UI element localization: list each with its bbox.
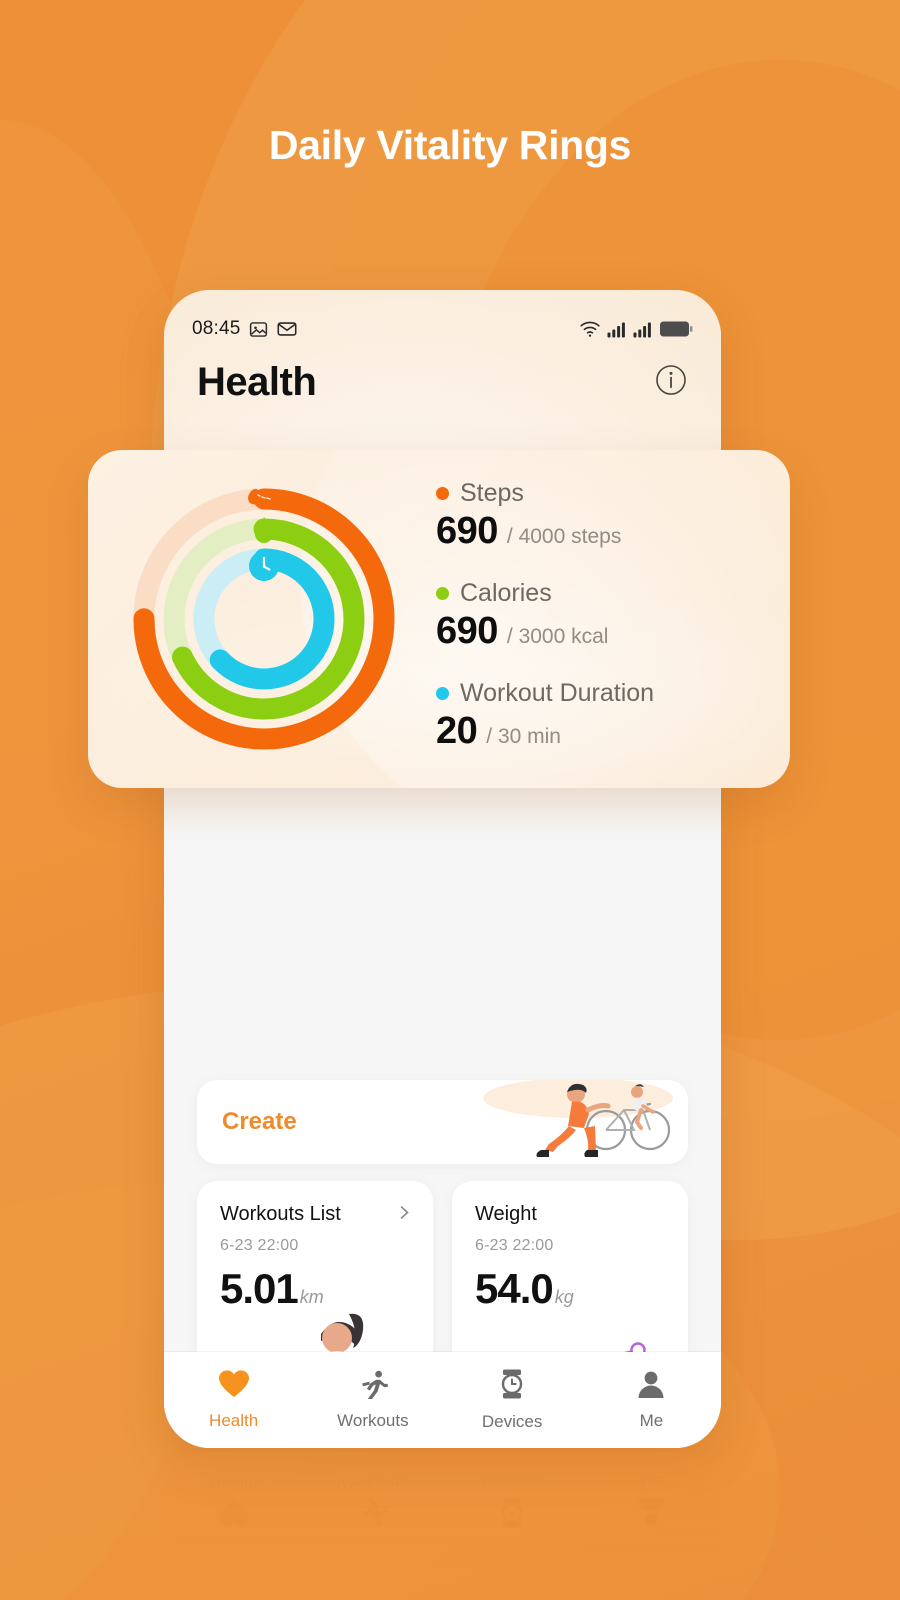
app-title: Health [197, 359, 317, 404]
metric-target: / 3000 kcal [506, 625, 609, 648]
metric-label: Steps [460, 479, 524, 507]
page-title: Daily Vitality Rings [268, 122, 632, 168]
chevron-right-icon[interactable] [396, 1204, 413, 1226]
metric-value: 690 [436, 510, 498, 552]
wifi-icon [579, 320, 601, 338]
scroll-content[interactable]: Create Workouts List 6-23 22:00 5.01 km … [164, 760, 721, 1448]
bottom-navigation[interactable]: Health Workouts Devices Me [164, 1352, 721, 1448]
metric-value: 20 [436, 710, 478, 752]
clock-icon [249, 551, 279, 581]
running-icon [357, 1369, 389, 1404]
heart-icon [218, 1369, 250, 1404]
metric-label: Calories [460, 579, 552, 607]
nav-label: Workouts [337, 1411, 409, 1430]
vitality-rings-card: Steps 690 / 4000 steps Calories 690 / 30… [88, 450, 790, 788]
nav-label: Me [639, 1411, 664, 1430]
legend-dot-steps [436, 487, 449, 500]
metric-calories: Calories 690 / 3000 kcal [436, 579, 790, 653]
nav-item-workouts[interactable]: Workouts [303, 1369, 442, 1431]
card-title: Weight [475, 1203, 537, 1225]
signal-icon [633, 321, 653, 338]
legend-dot-calories [436, 587, 449, 600]
reflection-fade [164, 1452, 721, 1600]
nav-label: Devices [481, 1412, 543, 1431]
battery-icon [659, 320, 693, 338]
nav-item-devices[interactable]: Devices [443, 1368, 582, 1432]
phone-reflection: Health Workouts Devices Me [164, 1452, 721, 1600]
activity-rings-graphic [114, 469, 414, 769]
mail-icon [276, 318, 298, 340]
nav-item-health[interactable]: Health [164, 1369, 303, 1431]
signal-icon [607, 321, 627, 338]
create-label: Create [222, 1108, 297, 1135]
person-icon [636, 1369, 666, 1404]
info-icon[interactable] [654, 363, 688, 402]
metric-steps: Steps 690 / 4000 steps [436, 479, 790, 553]
card-title: Workouts List [220, 1203, 341, 1225]
runner-cyclist-illustration [438, 1080, 688, 1164]
card-timestamp: 6-23 22:00 [475, 1237, 554, 1254]
metric-target: / 4000 steps [506, 525, 622, 548]
nav-item-me[interactable]: Me [582, 1369, 721, 1431]
metric-workout-duration: Workout Duration 20 / 30 min [436, 679, 790, 753]
status-bar-time: 08:45 [192, 318, 241, 339]
status-bar: 08:45 [164, 314, 721, 344]
watch-icon [497, 1368, 527, 1405]
nav-label: Health [209, 1411, 259, 1430]
metric-value: 690 [436, 610, 498, 652]
metrics-list: Steps 690 / 4000 steps Calories 690 / 30… [414, 479, 790, 759]
create-card[interactable]: Create [197, 1080, 688, 1164]
app-header: Health [164, 346, 721, 418]
metric-label: Workout Duration [460, 679, 655, 707]
image-icon [248, 319, 269, 340]
legend-dot-duration [436, 687, 449, 700]
metric-target: / 30 min [486, 725, 561, 748]
card-timestamp: 6-23 22:00 [220, 1237, 299, 1254]
